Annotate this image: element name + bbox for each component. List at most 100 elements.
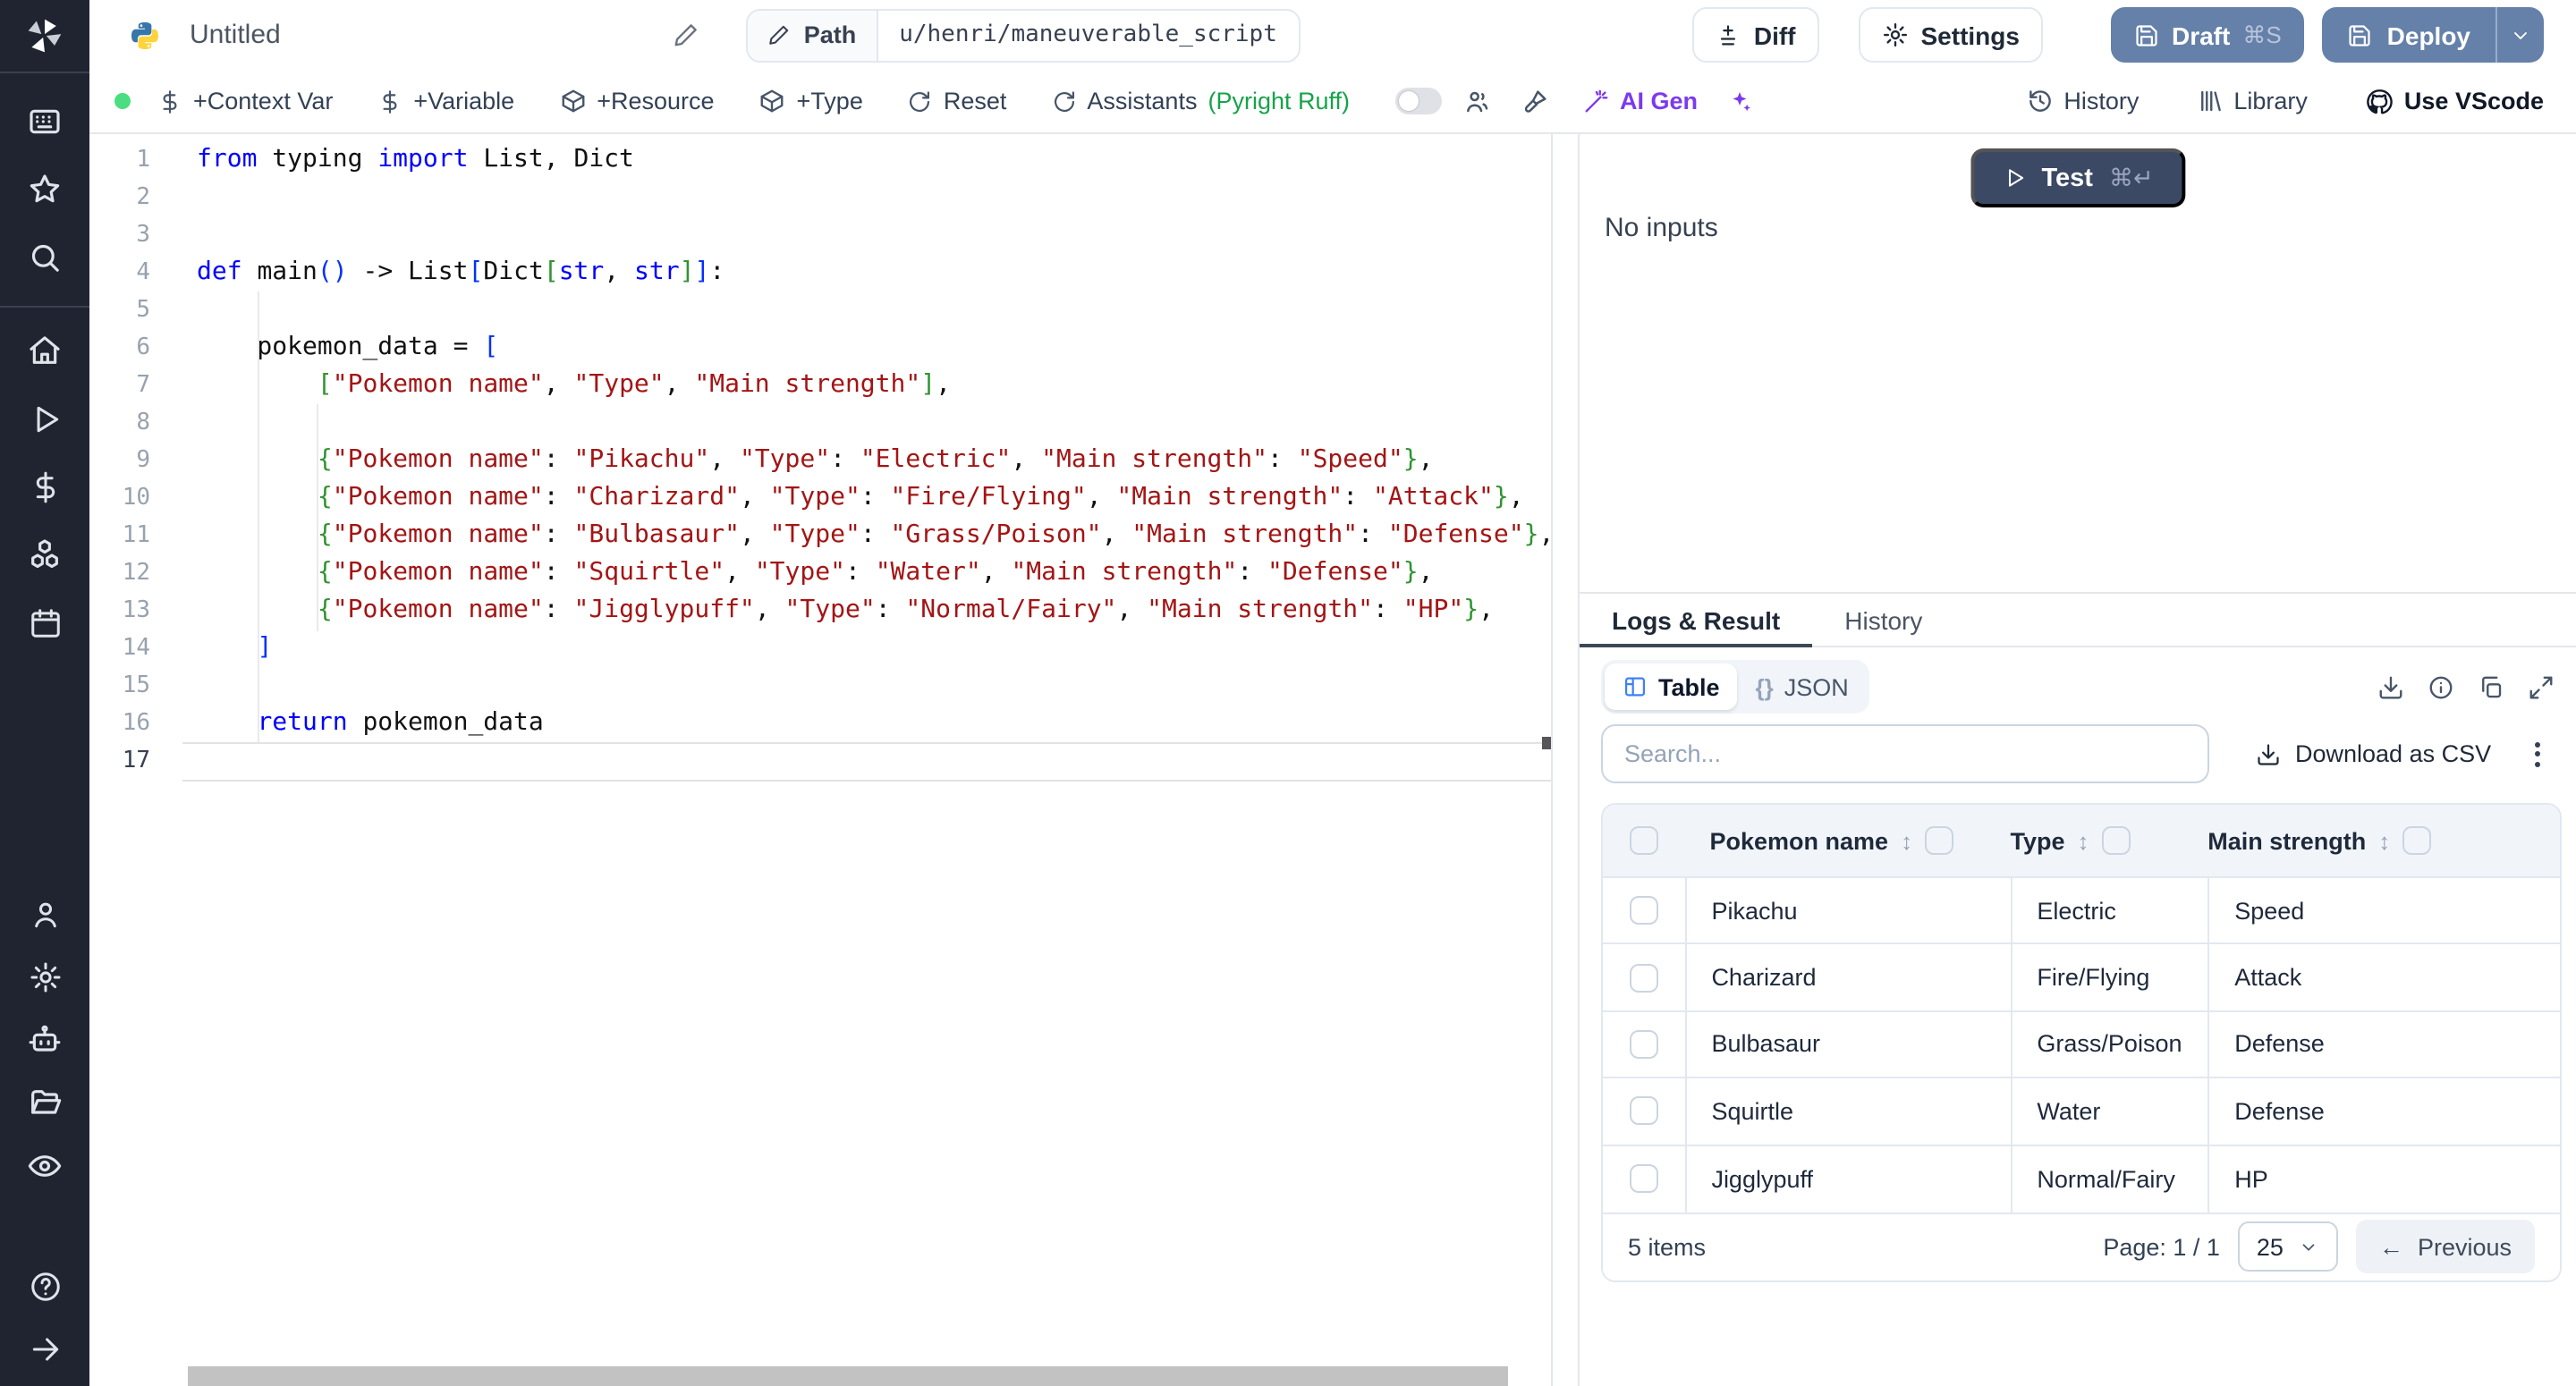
- sparkles-icon[interactable]: [1726, 88, 1753, 114]
- variables-icon[interactable]: [0, 452, 89, 520]
- column-toggle-checkbox[interactable]: [2102, 826, 2131, 855]
- code-line[interactable]: 12 {"Pokemon name": "Squirtle", "Type": …: [89, 554, 1551, 592]
- line-number: 15: [104, 667, 150, 705]
- code-line[interactable]: 4def main() -> List[Dict[str, str]]:: [89, 254, 1551, 292]
- result-content: Table {} JSON: [1580, 660, 2576, 1282]
- reset-button[interactable]: Reset: [908, 88, 1007, 114]
- draft-button[interactable]: Draft ⌘S: [2111, 7, 2305, 63]
- code-line[interactable]: 7 ["Pokemon name", "Type", "Main strengt…: [89, 367, 1551, 404]
- library-button[interactable]: Library: [2196, 88, 2308, 114]
- code-line[interactable]: 2: [89, 179, 1551, 216]
- download-csv-button[interactable]: Download as CSV: [2256, 740, 2491, 767]
- folders-icon[interactable]: [0, 1071, 89, 1134]
- result-search-input[interactable]: [1601, 724, 2209, 783]
- row-checkbox[interactable]: [1630, 1097, 1658, 1126]
- runs-icon[interactable]: [0, 385, 89, 452]
- table-menu-button[interactable]: [2535, 741, 2540, 766]
- path-field[interactable]: Path u/henri/maneuverable_script: [747, 8, 1301, 62]
- code-line[interactable]: 8: [89, 404, 1551, 442]
- settings-gear-icon[interactable]: [0, 946, 89, 1009]
- code-line[interactable]: 17: [89, 742, 1551, 780]
- favorites-star-icon[interactable]: [0, 156, 89, 224]
- deploy-button[interactable]: Deploy: [2323, 7, 2496, 63]
- home-icon[interactable]: [0, 317, 89, 385]
- row-checkbox[interactable]: [1630, 963, 1658, 992]
- sort-icon[interactable]: ↕: [2378, 827, 2390, 854]
- copy-result-icon[interactable]: [2478, 673, 2504, 700]
- refresh-icon: [908, 89, 933, 114]
- test-button[interactable]: Test ⌘↵: [1970, 148, 2185, 207]
- code-line[interactable]: 16 return pokemon_data: [89, 705, 1551, 742]
- view-table-button[interactable]: Table: [1605, 663, 1738, 710]
- previous-page-button[interactable]: ← Previous: [2356, 1221, 2535, 1274]
- line-number: 2: [104, 179, 150, 216]
- deploy-options-chevron[interactable]: [2496, 7, 2544, 63]
- sort-icon[interactable]: ↕: [1901, 827, 1912, 854]
- add-resource-button[interactable]: +Resource: [559, 88, 714, 114]
- code-line[interactable]: 1from typing import List, Dict: [89, 141, 1551, 179]
- table-row[interactable]: PikachuElectricSpeed: [1603, 878, 2560, 945]
- tab-history[interactable]: History: [1812, 594, 1954, 646]
- tab-logs-result[interactable]: Logs & Result: [1580, 594, 1812, 646]
- sort-icon[interactable]: ↕: [2078, 827, 2089, 854]
- table-row[interactable]: BulbasaurGrass/PoisonDefense: [1603, 1012, 2560, 1079]
- expand-result-icon[interactable]: [2528, 673, 2555, 700]
- ai-gen-button[interactable]: AI Gen: [1582, 88, 1698, 114]
- edit-summary-pencil-icon[interactable]: [674, 21, 700, 48]
- table-cell: Charizard: [1684, 945, 2010, 1010]
- multiplayer-users-icon[interactable]: [1462, 87, 1491, 115]
- diff-button[interactable]: Diff: [1693, 7, 1819, 63]
- workers-robot-icon[interactable]: [0, 1009, 89, 1071]
- code-line[interactable]: 5: [89, 292, 1551, 329]
- code-line[interactable]: 15: [89, 667, 1551, 705]
- code-line[interactable]: 6 pokemon_data = [: [89, 329, 1551, 367]
- multiplayer-toggle[interactable]: [1394, 88, 1441, 114]
- add-context-var-button[interactable]: +Context Var: [157, 88, 333, 114]
- info-icon[interactable]: [2428, 673, 2454, 700]
- save-icon: [2134, 22, 2159, 47]
- chevron-down-icon: [2510, 24, 2531, 46]
- settings-button[interactable]: Settings: [1859, 7, 2043, 63]
- download-result-icon[interactable]: [2377, 673, 2404, 700]
- expand-sidebar-icon[interactable]: [0, 1318, 89, 1381]
- column-toggle-checkbox[interactable]: [2402, 826, 2431, 855]
- add-variable-button[interactable]: +Variable: [377, 88, 514, 114]
- code-line[interactable]: 13 {"Pokemon name": "Jigglypuff", "Type"…: [89, 592, 1551, 630]
- row-checkbox[interactable]: [1630, 1030, 1658, 1059]
- assistants-button[interactable]: Assistants (Pyright Ruff): [1051, 88, 1350, 114]
- code-text: def main() -> List[Dict[str, str]]:: [197, 254, 724, 292]
- code-line[interactable]: 10 {"Pokemon name": "Charizard", "Type":…: [89, 479, 1551, 517]
- line-number: 7: [104, 367, 150, 404]
- user-icon[interactable]: [0, 883, 89, 946]
- table-cell: Grass/Poison: [2010, 1012, 2207, 1078]
- view-json-button[interactable]: {} JSON: [1738, 663, 1867, 710]
- path-value[interactable]: u/henri/maneuverable_script: [877, 10, 1299, 60]
- format-brush-icon[interactable]: [1520, 87, 1548, 115]
- help-icon[interactable]: [0, 1255, 89, 1318]
- table-row[interactable]: JigglypuffNormal/FairyHP: [1603, 1145, 2560, 1213]
- code-line[interactable]: 3: [89, 216, 1551, 254]
- column-toggle-checkbox[interactable]: [1925, 826, 1953, 855]
- page-size-select[interactable]: 25: [2238, 1222, 2338, 1272]
- table-row[interactable]: CharizardFire/FlyingAttack: [1603, 945, 2560, 1012]
- search-icon[interactable]: [0, 224, 89, 292]
- code-line[interactable]: 9 {"Pokemon name": "Pikachu", "Type": "E…: [89, 442, 1551, 479]
- use-vscode-button[interactable]: Use VScode: [2365, 87, 2544, 115]
- resources-icon[interactable]: [0, 520, 89, 588]
- schedules-icon[interactable]: [0, 588, 89, 656]
- code-editor[interactable]: 1from typing import List, Dict234def mai…: [89, 134, 1553, 1386]
- add-type-button[interactable]: +Type: [759, 88, 863, 114]
- no-inputs-label: No inputs: [1605, 213, 1718, 243]
- row-checkbox[interactable]: [1630, 896, 1658, 925]
- horizontal-scrollbar[interactable]: [188, 1366, 1508, 1386]
- script-title[interactable]: Untitled: [190, 20, 281, 50]
- row-checkbox[interactable]: [1630, 1165, 1658, 1194]
- apps-icon[interactable]: [0, 88, 89, 156]
- history-button[interactable]: History: [2026, 88, 2139, 114]
- code-line[interactable]: 11 {"Pokemon name": "Bulbasaur", "Type":…: [89, 517, 1551, 554]
- library-icon: [2196, 88, 2223, 114]
- table-row[interactable]: SquirtleWaterDefense: [1603, 1078, 2560, 1145]
- audit-eye-icon[interactable]: [0, 1134, 89, 1196]
- code-line[interactable]: 14 ]: [89, 630, 1551, 667]
- select-all-checkbox[interactable]: [1630, 826, 1658, 855]
